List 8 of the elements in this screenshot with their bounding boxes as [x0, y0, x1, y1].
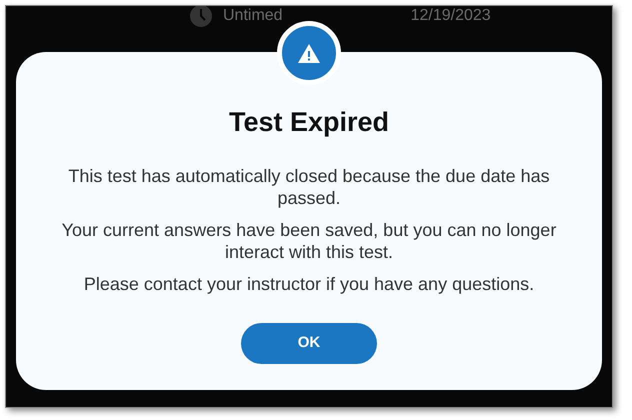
message-text: Your current answers have been saved, but you can no longer interact with this test.	[60, 218, 558, 262]
message-text: Please contact your instructor if you have any questions.	[82, 272, 536, 294]
dialog-title: Test Expired	[228, 106, 390, 139]
warning-icon	[298, 44, 320, 62]
date-label: 12/19/2023	[410, 6, 491, 26]
timing-label: Untimed	[223, 6, 283, 26]
ok-button[interactable]: OK	[241, 322, 377, 364]
message-text: This test has automatically closed because the due date has passed.	[67, 164, 551, 208]
